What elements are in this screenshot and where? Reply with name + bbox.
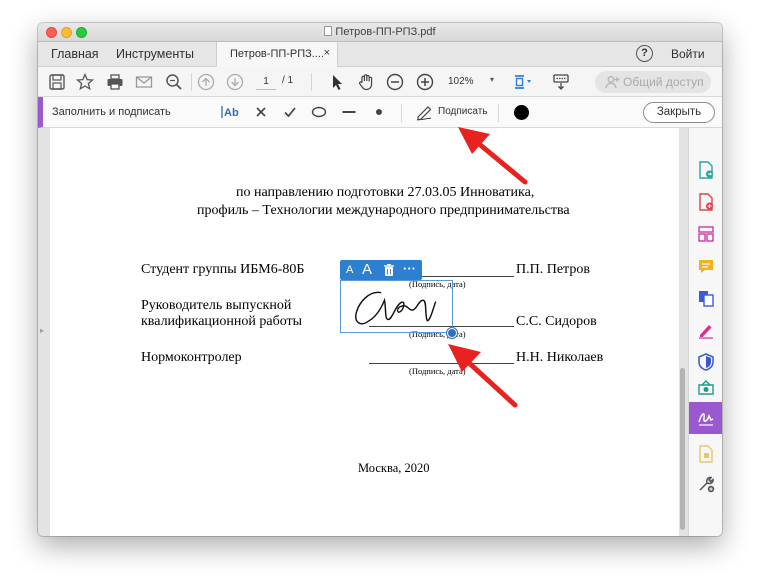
city-year: Москва, 2020 bbox=[358, 461, 430, 475]
supervisor-name: С.С. Сидоров bbox=[516, 314, 597, 329]
next-page-icon[interactable] bbox=[225, 72, 245, 92]
main-toolbar: 1 / 1 102% ▾ Общий доступ bbox=[38, 67, 722, 97]
cross-icon[interactable] bbox=[252, 103, 270, 121]
rich-media-icon[interactable] bbox=[696, 444, 716, 464]
tab-document-label: Петров-ПП-РПЗ.... bbox=[230, 48, 325, 60]
page-total: / 1 bbox=[282, 75, 294, 86]
left-pane-toggle-icon[interactable]: ▸ bbox=[40, 326, 44, 335]
print-icon[interactable] bbox=[105, 72, 125, 92]
svg-text:Ab: Ab bbox=[224, 107, 239, 119]
toolbar-divider bbox=[191, 73, 192, 91]
tab-bar: Главная Инструменты Петров-ПП-РПЗ.... × … bbox=[38, 42, 722, 67]
request-signatures-tab[interactable] bbox=[689, 402, 722, 434]
more-tools-icon[interactable] bbox=[696, 474, 716, 494]
tools-rail bbox=[688, 128, 722, 536]
signature-caption: (Подпись, дата) bbox=[409, 366, 466, 376]
window-title: Петров-ПП-РПЗ.pdf bbox=[38, 26, 722, 38]
text-tool-icon[interactable]: Ab bbox=[220, 103, 244, 121]
vertical-scrollbar[interactable] bbox=[680, 368, 685, 530]
tab-document[interactable]: Петров-ПП-РПЗ.... × bbox=[216, 42, 338, 67]
search-icon[interactable] bbox=[164, 72, 184, 92]
title-bar: Петров-ПП-РПЗ.pdf bbox=[38, 23, 722, 42]
signature-field[interactable] bbox=[340, 280, 453, 333]
request-signatures-icon bbox=[698, 413, 714, 426]
app-window: Петров-ПП-РПЗ.pdf Главная Инструменты Пе… bbox=[38, 23, 722, 536]
normcontrol-label: Нормоконтролер bbox=[141, 350, 242, 365]
toolbar-divider bbox=[311, 73, 312, 91]
pen-sign-icon bbox=[416, 106, 432, 121]
normcontrol-name: Н.Н. Николаев bbox=[516, 350, 604, 365]
fill-sign-icon[interactable] bbox=[696, 320, 716, 340]
pdf-file-icon bbox=[324, 26, 333, 36]
tab-home[interactable]: Главная bbox=[51, 47, 99, 61]
signature-line bbox=[369, 363, 514, 364]
fill-sign-toolbar: Заполнить и подписать Ab Подписать Закры… bbox=[38, 97, 722, 128]
fill-sign-title: Заполнить и подписать bbox=[52, 106, 171, 118]
close-tab-icon[interactable]: × bbox=[324, 47, 330, 59]
trash-icon[interactable] bbox=[382, 263, 396, 277]
help-button[interactable]: ? bbox=[636, 45, 653, 62]
doc-profile-line: профиль – Технологии международного пред… bbox=[197, 203, 570, 218]
zoom-dropdown-caret[interactable]: ▾ bbox=[490, 75, 494, 84]
create-pdf-icon[interactable] bbox=[696, 192, 716, 212]
document-viewport[interactable]: ▸ по направлению подготовки 27.03.05 Инн… bbox=[38, 128, 688, 536]
sign-button[interactable] bbox=[415, 103, 435, 121]
close-fill-sign-button[interactable]: Закрыть bbox=[643, 102, 715, 123]
protect-icon[interactable] bbox=[696, 352, 716, 372]
comment-icon[interactable] bbox=[696, 256, 716, 276]
signature-resize-handle[interactable] bbox=[447, 328, 457, 338]
email-icon[interactable] bbox=[134, 72, 154, 92]
hand-tool-icon[interactable] bbox=[356, 72, 376, 92]
dot-icon[interactable] bbox=[370, 103, 388, 121]
save-icon[interactable] bbox=[47, 72, 67, 92]
ink-color-swatch[interactable] bbox=[514, 105, 529, 120]
send-for-review-icon[interactable] bbox=[696, 378, 716, 398]
select-cursor-icon[interactable] bbox=[327, 72, 347, 92]
zoom-level-select[interactable]: 102% bbox=[448, 76, 474, 87]
window-title-text: Петров-ПП-РПЗ.pdf bbox=[335, 26, 436, 38]
grow-signature-button[interactable]: A bbox=[362, 261, 372, 278]
toolbar-divider bbox=[498, 104, 499, 122]
supervisor-label-line1: Руководитель выпускной bbox=[141, 298, 292, 313]
signature-edit-toolbar: A A ··· bbox=[340, 260, 422, 280]
pdf-page: по направлению подготовки 27.03.05 Иннов… bbox=[50, 128, 679, 536]
student-name: П.П. Петров bbox=[516, 262, 590, 277]
student-label: Студент группы ИБМ6-80Б bbox=[141, 262, 305, 277]
sign-in-link[interactable]: Войти bbox=[671, 47, 705, 61]
supervisor-label-line2: квалификационной работы bbox=[141, 314, 303, 329]
combine-files-icon[interactable] bbox=[696, 288, 716, 308]
line-icon[interactable] bbox=[340, 103, 358, 121]
previous-page-icon[interactable] bbox=[196, 72, 216, 92]
organize-pages-icon[interactable] bbox=[696, 224, 716, 244]
doc-direction-line: по направлению подготовки 27.03.05 Иннов… bbox=[236, 185, 535, 200]
zoom-out-icon[interactable] bbox=[385, 72, 405, 92]
sign-button-label[interactable]: Подписать bbox=[438, 106, 488, 117]
toolbar-divider bbox=[401, 104, 402, 122]
check-icon[interactable] bbox=[281, 103, 299, 121]
share-button[interactable]: Общий доступ bbox=[595, 71, 711, 93]
share-person-icon bbox=[604, 74, 620, 90]
page-number-input[interactable]: 1 bbox=[256, 74, 276, 90]
zoom-in-icon[interactable] bbox=[415, 72, 435, 92]
fit-page-icon[interactable] bbox=[512, 72, 532, 92]
shrink-signature-button[interactable]: A bbox=[346, 264, 353, 276]
bookmark-star-icon[interactable] bbox=[75, 72, 95, 92]
handwritten-signature bbox=[355, 291, 437, 325]
ellipse-icon[interactable] bbox=[310, 103, 328, 121]
tab-tools[interactable]: Инструменты bbox=[116, 47, 194, 61]
share-button-label: Общий доступ bbox=[623, 75, 704, 89]
more-options-icon[interactable]: ··· bbox=[403, 261, 416, 276]
keyboard-tools-icon[interactable] bbox=[551, 72, 571, 92]
export-pdf-icon[interactable] bbox=[696, 160, 716, 180]
